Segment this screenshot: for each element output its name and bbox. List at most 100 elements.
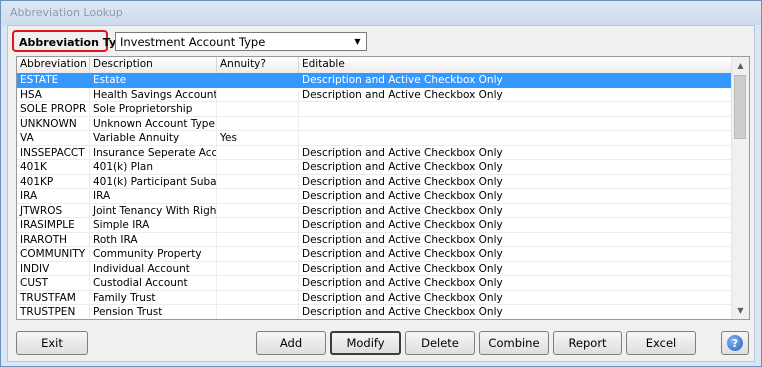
table-row[interactable]: 401KP401(k) Participant Subaccoun Descrip… bbox=[17, 174, 733, 189]
cell-abbreviation: 401K bbox=[17, 160, 90, 175]
cell-editable: Description and Active Checkbox Only bbox=[299, 218, 733, 233]
cell-description: Custodial Account UGMA bbox=[90, 320, 217, 321]
grid-header: Abbreviation Description Annuity? Editab… bbox=[17, 57, 733, 74]
combine-button[interactable]: Combine bbox=[479, 331, 549, 355]
abbreviation-type-dropdown[interactable]: Investment Account Type ▼ bbox=[115, 32, 367, 51]
cell-description: Sole Proprietorship bbox=[90, 102, 217, 117]
table-row[interactable]: IRASIMPLE Simple IRA Description and Activ… bbox=[17, 218, 733, 233]
cell-editable: Description and Active Checkbox Only bbox=[299, 174, 733, 189]
add-button[interactable]: Add bbox=[256, 331, 326, 355]
cell-editable bbox=[299, 102, 733, 117]
cell-annuity bbox=[217, 116, 299, 131]
cell-description: 401(k) Plan bbox=[90, 160, 217, 175]
table-row[interactable]: JTWROSJoint Tenancy With Right Of S Descr… bbox=[17, 203, 733, 218]
help-button[interactable]: ? bbox=[721, 331, 749, 355]
table-row[interactable]: IRAROTH Roth IRA Description and Active Ch… bbox=[17, 232, 733, 247]
cell-description: Community Property bbox=[90, 247, 217, 262]
cell-abbreviation: VA bbox=[17, 131, 90, 146]
cell-abbreviation: ESTATE bbox=[17, 73, 90, 88]
cell-description: Health Savings Account bbox=[90, 87, 217, 102]
cell-editable: Description and Active Checkbox Only bbox=[299, 305, 733, 319]
cell-annuity bbox=[217, 203, 299, 218]
table-row[interactable]: UNKNOWN Unknown Account Type bbox=[17, 116, 733, 131]
cell-annuity bbox=[217, 305, 299, 319]
table-row[interactable]: ESTATE Estate Description and Active Check… bbox=[17, 73, 733, 88]
scrollbar-thumb[interactable] bbox=[734, 75, 746, 139]
cell-description: IRA bbox=[90, 189, 217, 204]
cell-annuity: Yes bbox=[217, 131, 299, 146]
cell-annuity bbox=[217, 218, 299, 233]
cell-editable: Description and Active Checkbox Only bbox=[299, 160, 733, 175]
cell-abbreviation: TRUSTPEN bbox=[17, 305, 90, 319]
table-row[interactable]: COMMUNITY Community Property Description a… bbox=[17, 247, 733, 262]
vertical-scrollbar[interactable]: ▲ ▼ bbox=[731, 57, 749, 319]
cell-editable: Description and Active Checkbox Only bbox=[299, 189, 733, 204]
scroll-up-arrow-icon[interactable]: ▲ bbox=[732, 57, 749, 74]
cell-annuity bbox=[217, 189, 299, 204]
table-row[interactable]: IRA IRA Description and Active Checkbox On… bbox=[17, 189, 733, 204]
cell-editable: Description and Active Checkbox Only bbox=[299, 87, 733, 102]
table-row[interactable]: SOLE PROPR Sole Proprietorship bbox=[17, 102, 733, 117]
cell-abbreviation: 401KP bbox=[17, 174, 90, 189]
cell-description: Estate bbox=[90, 73, 217, 88]
title-bar[interactable]: Abbreviation Lookup bbox=[1, 1, 761, 25]
cell-annuity bbox=[217, 145, 299, 160]
cell-annuity bbox=[217, 174, 299, 189]
abbreviation-lookup-window: Abbreviation Lookup Abbreviation Type: I… bbox=[0, 0, 762, 367]
cell-annuity bbox=[217, 247, 299, 262]
table-row[interactable]: CUST Custodial Account Description and Act… bbox=[17, 276, 733, 291]
chevron-down-icon[interactable]: ▼ bbox=[350, 34, 365, 49]
report-button[interactable]: Report bbox=[553, 331, 622, 355]
cell-editable: Description and Active Checkbox Only bbox=[299, 320, 733, 321]
cell-description: Pension Trust bbox=[90, 305, 217, 319]
cell-description: Unknown Account Type bbox=[90, 116, 217, 131]
cell-editable bbox=[299, 116, 733, 131]
table-row[interactable]: VA Variable Annuity Yes bbox=[17, 131, 733, 146]
delete-button[interactable]: Delete bbox=[405, 331, 475, 355]
grid-rows: ESTATE Estate Description and Active Check… bbox=[17, 73, 733, 321]
cell-annuity bbox=[217, 102, 299, 117]
cell-abbreviation: JTWROS bbox=[17, 203, 90, 218]
cell-editable: Description and Active Checkbox Only bbox=[299, 290, 733, 305]
exit-button[interactable]: Exit bbox=[16, 331, 88, 355]
table-row[interactable]: TRUSTFAM Family Trust Description and Acti… bbox=[17, 290, 733, 305]
window-title: Abbreviation Lookup bbox=[10, 6, 123, 19]
cell-description: 401(k) Participant Subaccoun bbox=[90, 174, 217, 189]
cell-annuity bbox=[217, 160, 299, 175]
abbreviation-type-row: Abbreviation Type: Investment Account Ty… bbox=[12, 30, 372, 54]
abbreviation-type-highlight: Abbreviation Type: bbox=[12, 30, 136, 52]
cell-editable: Description and Active Checkbox Only bbox=[299, 276, 733, 291]
table-row[interactable]: INSSEPACCTInsurance Seperate Account Desc… bbox=[17, 145, 733, 160]
help-icon: ? bbox=[727, 335, 743, 351]
table-row[interactable]: HSA Health Savings Account Description and… bbox=[17, 87, 733, 102]
cell-abbreviation: SOLE PROPR bbox=[17, 102, 90, 117]
column-header-abbreviation[interactable]: Abbreviation bbox=[17, 57, 90, 73]
excel-button[interactable]: Excel bbox=[626, 331, 696, 355]
column-header-editable[interactable]: Editable bbox=[299, 57, 733, 73]
cell-abbreviation: IRA bbox=[17, 189, 90, 204]
table-row[interactable]: MINORCustodial Account UGMA Description a… bbox=[17, 320, 733, 321]
cell-abbreviation: HSA bbox=[17, 87, 90, 102]
cell-description: Individual Account bbox=[90, 261, 217, 276]
cell-description: Joint Tenancy With Right Of S bbox=[90, 203, 217, 218]
cell-abbreviation: MINOR bbox=[17, 320, 90, 321]
column-header-description[interactable]: Description bbox=[90, 57, 217, 73]
scroll-down-arrow-icon[interactable]: ▼ bbox=[732, 302, 749, 319]
cell-editable: Description and Active Checkbox Only bbox=[299, 247, 733, 262]
cell-abbreviation: UNKNOWN bbox=[17, 116, 90, 131]
table-row[interactable]: INDIV Individual Account Description and A… bbox=[17, 261, 733, 276]
abbreviation-type-value: Investment Account Type bbox=[120, 35, 266, 49]
cell-annuity bbox=[217, 87, 299, 102]
cell-editable: Description and Active Checkbox Only bbox=[299, 203, 733, 218]
cell-abbreviation: INDIV bbox=[17, 261, 90, 276]
table-row[interactable]: TRUSTPEN Pension Trust Description and Act… bbox=[17, 305, 733, 319]
table-row[interactable]: 401K 401(k) Plan Description and Active Ch… bbox=[17, 160, 733, 175]
cell-editable bbox=[299, 131, 733, 146]
cell-editable: Description and Active Checkbox Only bbox=[299, 261, 733, 276]
cell-annuity bbox=[217, 320, 299, 321]
column-header-annuity[interactable]: Annuity? bbox=[217, 57, 299, 73]
cell-abbreviation: COMMUNITY bbox=[17, 247, 90, 262]
cell-editable: Description and Active Checkbox Only bbox=[299, 73, 733, 88]
modify-button[interactable]: Modify bbox=[330, 331, 401, 355]
cell-annuity bbox=[217, 290, 299, 305]
